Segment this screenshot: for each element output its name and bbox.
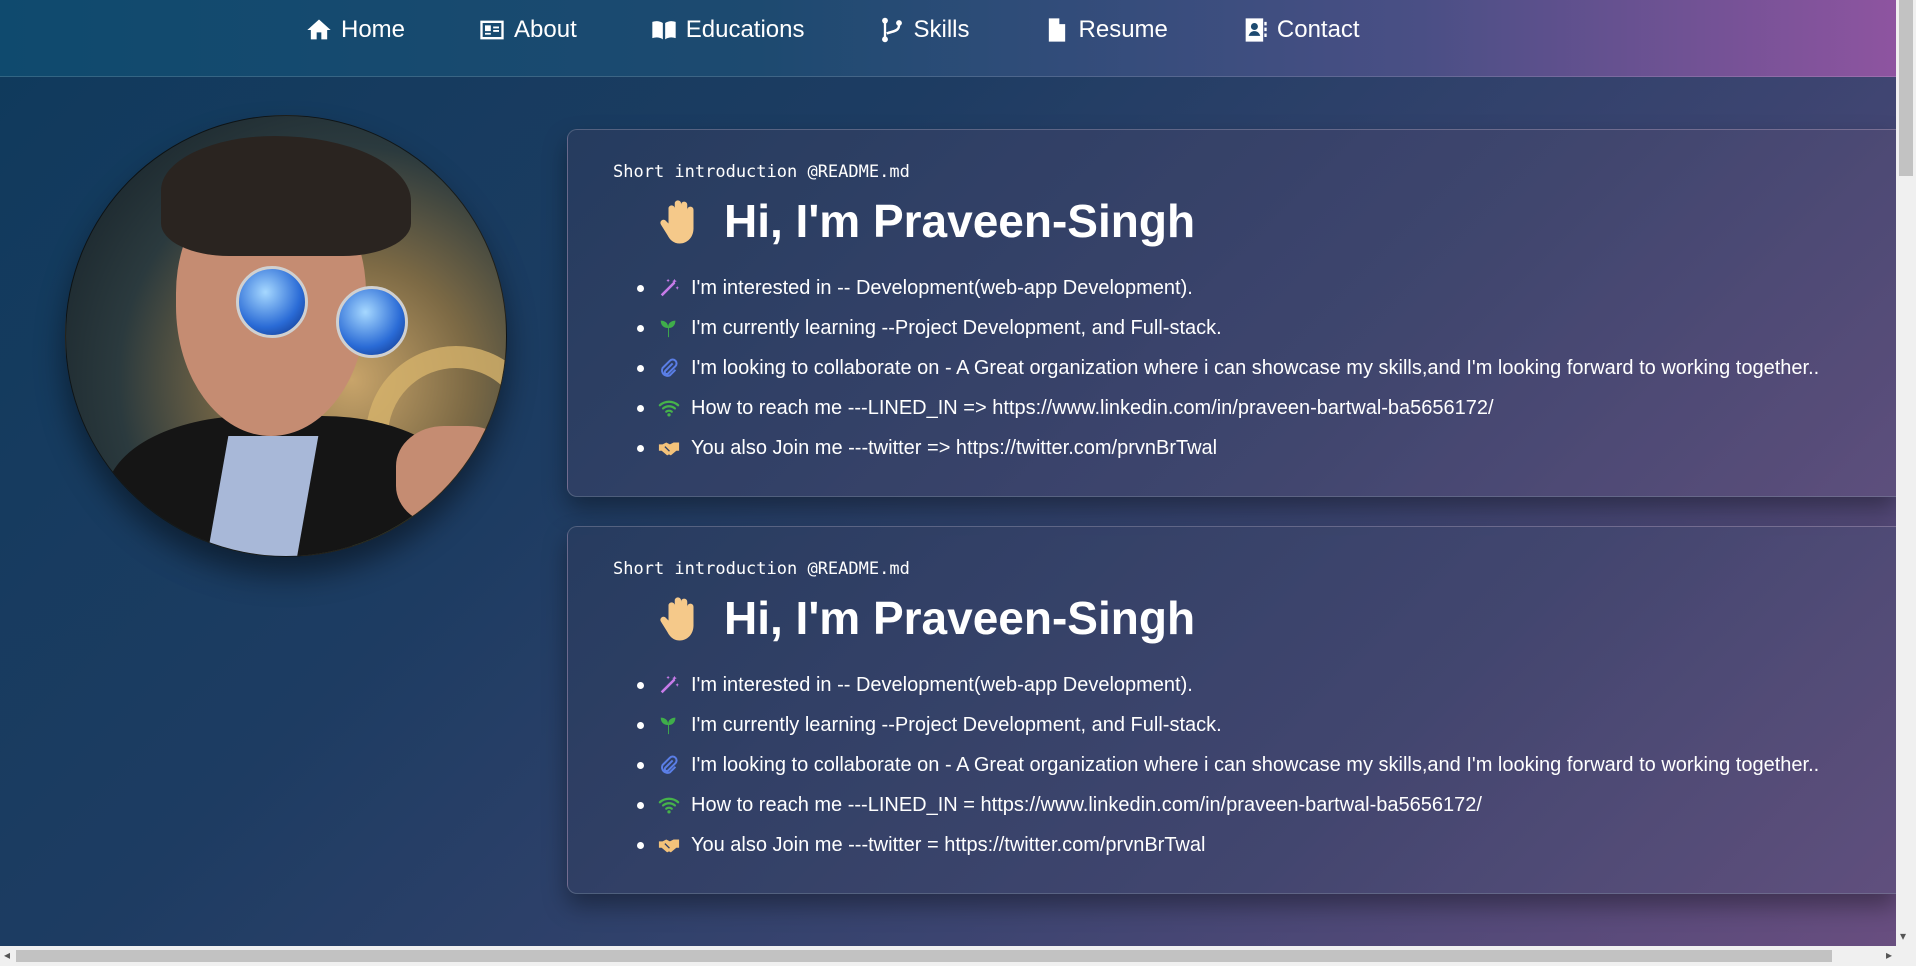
handshake-icon: [657, 833, 681, 857]
magic-wand-icon: [657, 276, 681, 300]
top-navbar: Home About Educations Skills Resume Cont…: [0, 0, 1896, 77]
address-book-icon: [1245, 18, 1267, 42]
list-item-text: I'm interested in -- Development(web-app…: [691, 276, 1193, 299]
card-caption: Short introduction @README.md: [613, 559, 910, 579]
list-item-text: How to reach me ---LINED_IN => https://w…: [691, 396, 1494, 419]
seedling-icon: [657, 316, 681, 340]
bullet: [637, 841, 644, 849]
list-item-text: I'm interested in -- Development(web-app…: [691, 673, 1193, 696]
list-item: You also Join me ---twitter => https://t…: [637, 428, 1819, 468]
intro-card: Short introduction @README.md Hi, I'm Pr…: [567, 526, 1896, 894]
list-item-text: You also Join me ---twitter = https://tw…: [691, 833, 1206, 856]
avatar-hair: [161, 136, 411, 256]
bullet: [637, 404, 644, 412]
magic-wand-icon: [657, 673, 681, 697]
avatar-hand: [396, 426, 506, 526]
card-caption: Short introduction @README.md: [613, 162, 910, 182]
nav-item-educations[interactable]: Educations: [650, 12, 805, 48]
card-heading-text: Hi, I'm Praveen-Singh: [724, 195, 1196, 247]
code-branch-icon: [881, 17, 902, 43]
avatar-sunglasses-left: [236, 266, 308, 338]
intro-list: I'm interested in -- Development(web-app…: [637, 268, 1819, 468]
bullet: [637, 681, 644, 689]
nav-item-label: About: [514, 16, 577, 43]
id-card-icon: [480, 20, 504, 40]
card-heading: Hi, I'm Praveen-Singh: [656, 591, 1195, 645]
list-item: I'm looking to collaborate on - A Great …: [637, 745, 1819, 785]
bullet: [637, 444, 644, 452]
horizontal-scrollbar-thumb[interactable]: [16, 950, 1832, 962]
list-item-text: You also Join me ---twitter => https://t…: [691, 436, 1218, 459]
seedling-icon: [657, 713, 681, 737]
nav-item-label: Contact: [1276, 16, 1360, 43]
profile-avatar: [65, 115, 507, 557]
intro-list: I'm interested in -- Development(web-app…: [637, 665, 1819, 865]
list-item: I'm interested in -- Development(web-app…: [637, 665, 1819, 705]
list-item-text: How to reach me ---LINED_IN = https://ww…: [691, 793, 1482, 816]
wifi-icon: [657, 396, 681, 420]
list-item: How to reach me ---LINED_IN => https://w…: [637, 388, 1819, 428]
card-heading-text: Hi, I'm Praveen-Singh: [724, 592, 1196, 644]
nav-item-label: Resume: [1078, 16, 1168, 43]
nav-item-home[interactable]: Home: [305, 12, 405, 48]
waving-hand-icon: [660, 200, 694, 244]
book-icon: [652, 21, 676, 40]
nav-item-contact[interactable]: Contact: [1241, 12, 1360, 48]
list-item: I'm currently learning --Project Develop…: [637, 705, 1819, 745]
card-heading: Hi, I'm Praveen-Singh: [656, 194, 1195, 248]
handshake-icon: [657, 436, 681, 460]
avatar-sunglasses-right: [336, 286, 408, 358]
vertical-scrollbar-thumb[interactable]: [1899, 0, 1913, 176]
scroll-down-arrow-icon[interactable]: ▾: [1900, 930, 1906, 942]
file-icon: [1048, 18, 1065, 42]
list-item: I'm looking to collaborate on - A Great …: [637, 348, 1819, 388]
vertical-scrollbar[interactable]: ▾: [1896, 0, 1916, 946]
nav-item-label: Skills: [913, 16, 970, 43]
list-item: You also Join me ---twitter = https://tw…: [637, 825, 1819, 865]
bullet: [637, 761, 644, 769]
scrollbar-corner: [1896, 946, 1916, 966]
bullet: [637, 324, 644, 332]
paperclip-icon: [657, 753, 681, 777]
list-item-text: I'm currently learning --Project Develop…: [691, 713, 1222, 736]
list-item: I'm currently learning --Project Develop…: [637, 308, 1819, 348]
list-item: I'm interested in -- Development(web-app…: [637, 268, 1819, 308]
bullet: [637, 721, 644, 729]
intro-card: Short introduction @README.md Hi, I'm Pr…: [567, 129, 1896, 497]
list-item-text: I'm looking to collaborate on - A Great …: [691, 356, 1820, 379]
nav-item-skills[interactable]: Skills: [878, 12, 970, 48]
list-item: How to reach me ---LINED_IN = https://ww…: [637, 785, 1819, 825]
nav-item-label: Home: [341, 16, 406, 43]
nav-list: Home About Educations Skills Resume Cont…: [305, 12, 1360, 48]
bullet: [637, 801, 644, 809]
nav-item-resume[interactable]: Resume: [1043, 12, 1168, 48]
scroll-left-arrow-icon[interactable]: ◂: [4, 949, 10, 961]
bullet: [637, 364, 644, 372]
horizontal-scrollbar[interactable]: ◂ ▸: [0, 946, 1896, 966]
nav-item-label: Educations: [685, 16, 805, 43]
list-item-text: I'm looking to collaborate on - A Great …: [691, 753, 1820, 776]
nav-item-about[interactable]: About: [478, 12, 577, 48]
list-item-text: I'm currently learning --Project Develop…: [691, 316, 1222, 339]
bullet: [637, 284, 644, 292]
wifi-icon: [657, 793, 681, 817]
scroll-right-arrow-icon[interactable]: ▸: [1886, 949, 1892, 961]
home-icon: [307, 19, 331, 40]
paperclip-icon: [657, 356, 681, 380]
waving-hand-icon: [660, 597, 694, 641]
